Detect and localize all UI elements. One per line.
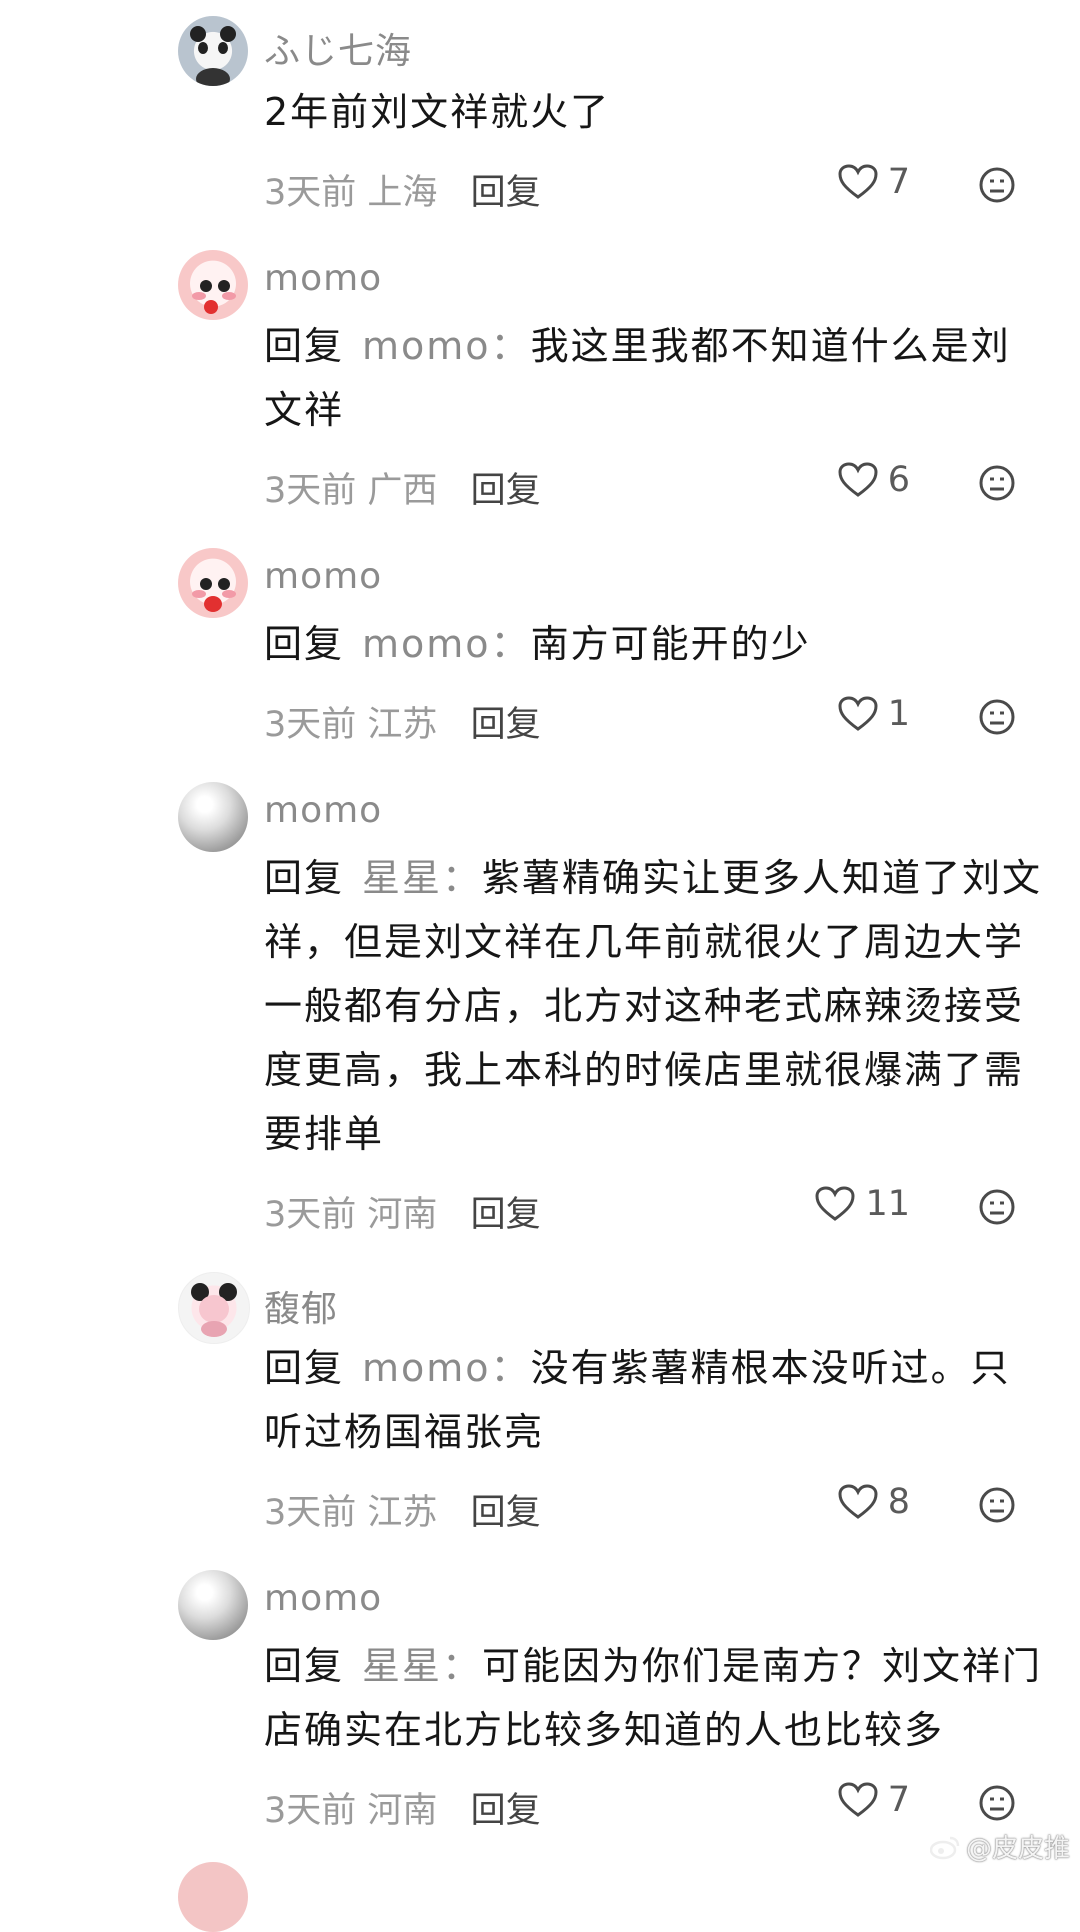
- comment-time: 3天前: [264, 1493, 357, 1533]
- separator: ：: [490, 622, 531, 666]
- like-count: 7: [887, 162, 910, 202]
- like-button[interactable]: 7: [838, 1780, 910, 1820]
- like-count: 11: [865, 1184, 910, 1224]
- like-count: 6: [887, 460, 910, 500]
- reply-target[interactable]: momo: [362, 324, 491, 368]
- comment-text: 回复 星星：可能因为你们是南方？刘文祥门店确实在北方比较多知道的人也比较多: [264, 1634, 1044, 1762]
- comment-text: 回复 momo：南方可能开的少: [264, 612, 1044, 676]
- reply-button[interactable]: 回复: [471, 173, 541, 213]
- comment-meta: 3天前 广西 回复: [264, 462, 541, 513]
- avatar[interactable]: [178, 548, 248, 618]
- heart-icon: [815, 1186, 855, 1221]
- heart-icon: [838, 1484, 878, 1519]
- comment-body: 紫薯精确实让更多人知道了刘文祥，但是刘文祥在几年前就很火了周边大学一般都有分店，…: [264, 856, 1043, 1156]
- reply-button[interactable]: 回复: [471, 1493, 541, 1533]
- reply-prefix: 回复: [264, 324, 345, 368]
- comment-body: 南方可能开的少: [530, 622, 811, 666]
- comment-text: 2年前刘文祥就火了: [264, 80, 1044, 144]
- username[interactable]: momo: [264, 1578, 382, 1619]
- comment-body: 2年前刘文祥就火了: [264, 90, 611, 134]
- reply-target[interactable]: momo: [362, 1346, 491, 1390]
- username[interactable]: momo: [264, 258, 382, 299]
- reply-button[interactable]: 回复: [471, 471, 541, 511]
- reply-prefix: 回复: [264, 856, 345, 900]
- comment-meta: 3天前 河南 回复: [264, 1186, 541, 1237]
- comment-location: 河南: [367, 1791, 438, 1831]
- reply-prefix: 回复: [264, 622, 345, 666]
- heart-icon: [838, 696, 878, 731]
- heart-icon: [838, 1782, 878, 1817]
- comment-text: 回复 momo：我这里我都不知道什么是刘文祥: [264, 314, 1044, 442]
- like-count: 1: [887, 694, 910, 734]
- comment-location: 江苏: [367, 705, 438, 745]
- reply-target[interactable]: momo: [362, 622, 491, 666]
- separator: ：: [442, 1644, 483, 1688]
- separator: ：: [490, 324, 531, 368]
- comment-time: 3天前: [264, 471, 357, 511]
- like-count: 7: [887, 1780, 910, 1820]
- separator: ：: [442, 856, 483, 900]
- watermark-text: @皮皮推: [965, 1834, 1070, 1864]
- comment-meta: 3天前 江苏 回复: [264, 1484, 541, 1535]
- comment-text: 回复 momo：没有紫薯精根本没听过。只听过杨国福张亮: [264, 1336, 1044, 1464]
- avatar[interactable]: [178, 1570, 248, 1640]
- next-avatar-partial: [178, 1862, 248, 1932]
- reply-target[interactable]: 星星: [362, 1644, 442, 1688]
- comment-location: 江苏: [367, 1493, 438, 1533]
- comment-meta: 3天前 河南 回复: [264, 1782, 541, 1833]
- dislike-icon[interactable]: [978, 166, 1016, 204]
- comment-meta: 3天前 江苏 回复: [264, 696, 541, 747]
- comment-location: 广西: [367, 471, 438, 511]
- separator: ：: [490, 1346, 531, 1390]
- avatar[interactable]: [178, 782, 248, 852]
- comment-text: 回复 星星：紫薯精确实让更多人知道了刘文祥，但是刘文祥在几年前就很火了周边大学一般…: [264, 846, 1044, 1166]
- username[interactable]: 馥郁: [264, 1280, 338, 1332]
- weibo-icon: [929, 1836, 960, 1859]
- dislike-icon[interactable]: [978, 464, 1016, 502]
- like-button[interactable]: 8: [838, 1482, 910, 1522]
- heart-icon: [838, 164, 878, 199]
- dislike-icon[interactable]: [978, 1188, 1016, 1226]
- username[interactable]: ふじ七海: [264, 22, 412, 74]
- comment-meta: 3天前 上海 回复: [264, 164, 541, 215]
- comment-time: 3天前: [264, 705, 357, 745]
- reply-button[interactable]: 回复: [471, 705, 541, 745]
- comment-location: 河南: [367, 1195, 438, 1235]
- like-button[interactable]: 11: [815, 1184, 910, 1224]
- watermark: @皮皮推: [929, 1828, 1070, 1865]
- comment-time: 3天前: [264, 1791, 357, 1831]
- avatar[interactable]: [178, 250, 248, 320]
- username[interactable]: momo: [264, 790, 382, 831]
- reply-prefix: 回复: [264, 1346, 345, 1390]
- like-button[interactable]: 6: [838, 460, 910, 500]
- avatar[interactable]: [178, 16, 248, 86]
- dislike-icon[interactable]: [978, 698, 1016, 736]
- like-count: 8: [887, 1482, 910, 1522]
- reply-button[interactable]: 回复: [471, 1195, 541, 1235]
- reply-button[interactable]: 回复: [471, 1791, 541, 1831]
- avatar[interactable]: [178, 1272, 250, 1344]
- comment-time: 3天前: [264, 173, 357, 213]
- username[interactable]: momo: [264, 556, 382, 597]
- like-button[interactable]: 7: [838, 162, 910, 202]
- comment-time: 3天前: [264, 1195, 357, 1235]
- dislike-icon[interactable]: [978, 1784, 1016, 1822]
- like-button[interactable]: 1: [838, 694, 910, 734]
- reply-prefix: 回复: [264, 1644, 345, 1688]
- reply-target[interactable]: 星星: [362, 856, 442, 900]
- comment-location: 上海: [367, 173, 438, 213]
- dislike-icon[interactable]: [978, 1486, 1016, 1524]
- heart-icon: [838, 462, 878, 497]
